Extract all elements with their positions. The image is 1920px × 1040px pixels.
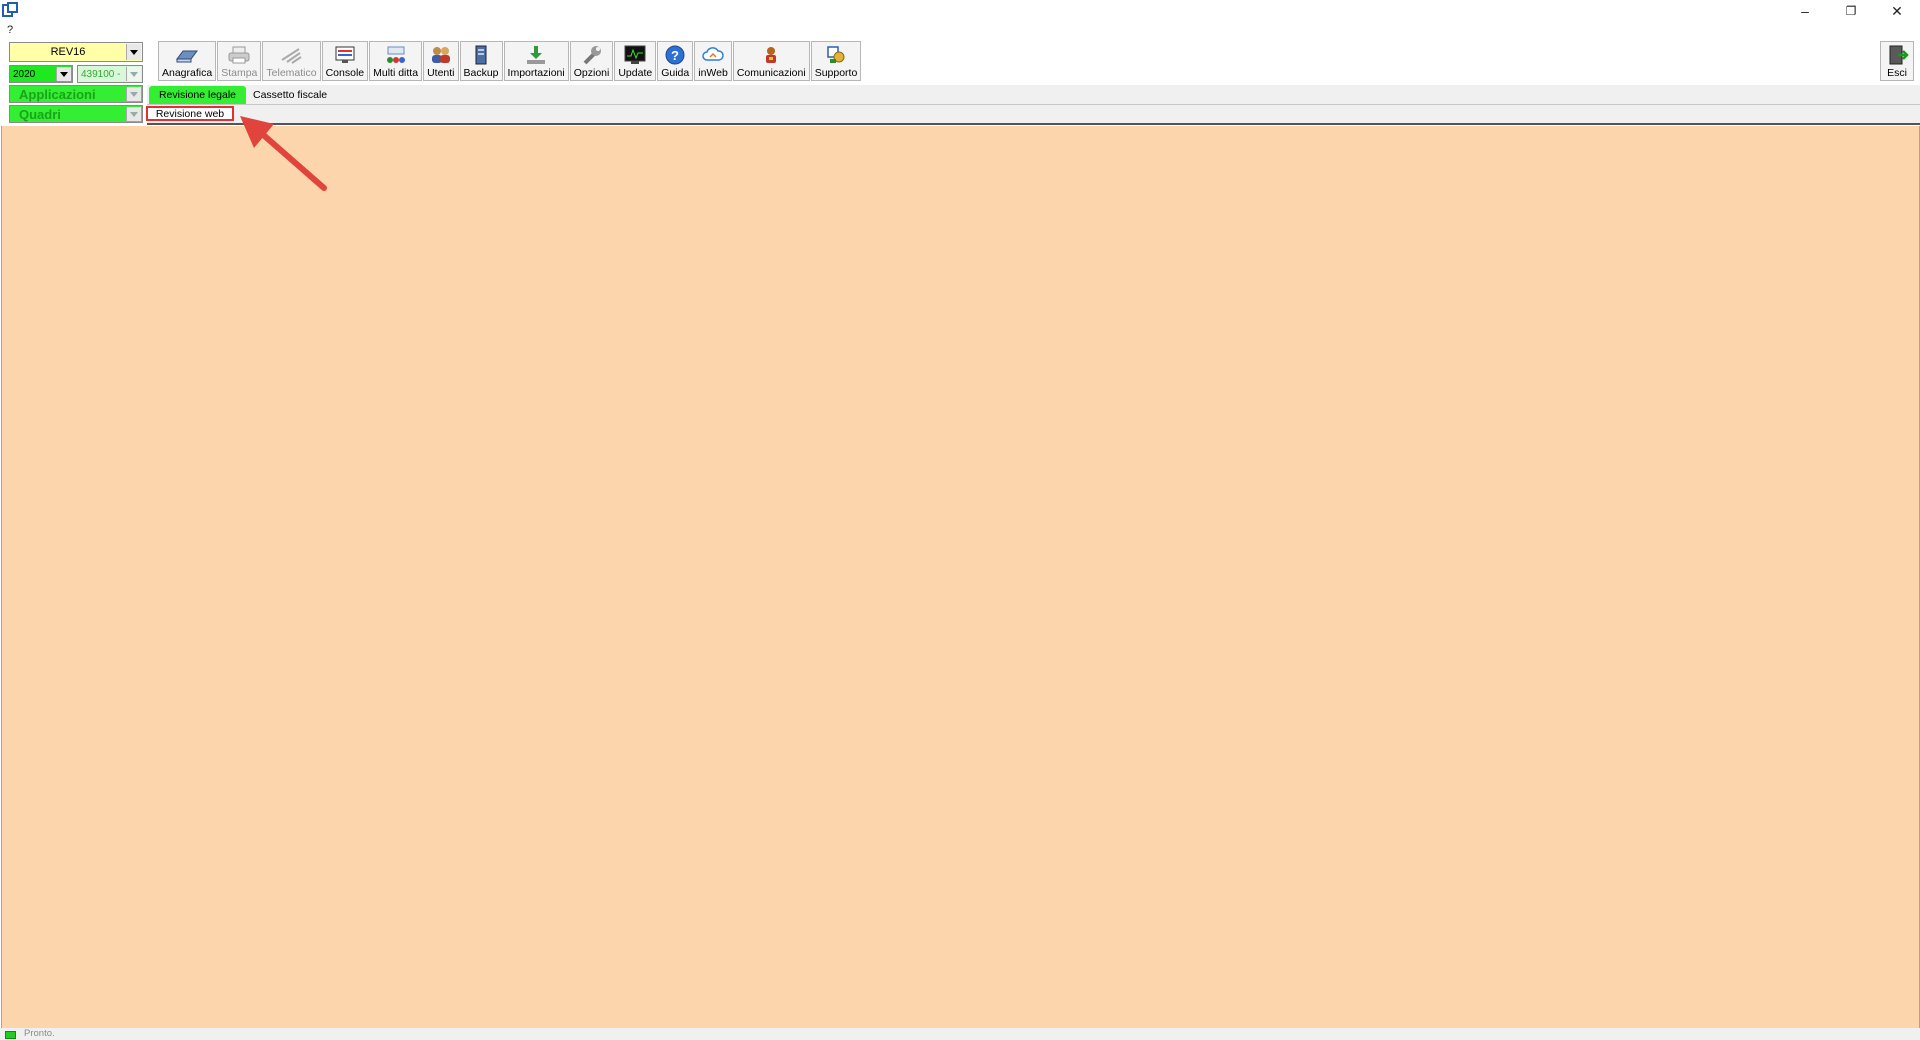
tab-revisione-web[interactable]: Revisione web [146, 106, 234, 121]
applications-select[interactable]: Applicazioni [9, 85, 143, 103]
chevron-down-icon[interactable] [126, 87, 141, 101]
telematico-button[interactable]: Telematico [262, 41, 321, 81]
console-label: Console [325, 67, 365, 79]
backup-label: Backup [463, 67, 499, 79]
ledger-icon [175, 44, 199, 66]
esci-label: Esci [1887, 67, 1907, 79]
opzioni-label: Opzioni [573, 67, 610, 79]
multi-ditta-button[interactable]: Multi ditta [369, 41, 423, 81]
utenti-label: Utenti [427, 67, 455, 79]
comunicazioni-label: Comunicazioni [736, 67, 806, 79]
chevron-down-icon[interactable] [126, 67, 141, 81]
stampa-button[interactable]: Stampa [217, 41, 262, 81]
status-indicator-icon [5, 1031, 16, 1039]
users-icon [429, 44, 453, 66]
quadri-select-value: Quadri [19, 106, 61, 122]
chevron-down-icon[interactable] [126, 107, 141, 121]
inweb-label: inWeb [698, 67, 728, 79]
importazioni-button[interactable]: Importazioni [503, 41, 569, 81]
rev-select[interactable]: REV16 [9, 42, 143, 62]
update-button[interactable]: Update [614, 41, 657, 81]
applications-select-value: Applicazioni [19, 86, 96, 102]
guida-button[interactable]: ? Guida [657, 41, 694, 81]
year-select[interactable]: 2020 [9, 65, 73, 83]
multi-company-icon [384, 44, 408, 66]
year-select-value: 2020 [13, 68, 36, 80]
close-button[interactable]: ✕ [1874, 0, 1920, 22]
guida-label: Guida [661, 67, 690, 79]
tab-strip-quadri [147, 105, 1920, 125]
wrench-icon [580, 44, 604, 66]
tab-cassetto-fiscale[interactable]: Cassetto fiscale [253, 86, 327, 104]
company-code-value: 439100 - [81, 68, 121, 80]
support-icon [824, 44, 848, 66]
telematic-icon [279, 44, 303, 66]
inweb-button[interactable]: inWeb [694, 41, 732, 81]
communications-icon [759, 44, 783, 66]
console-icon [333, 44, 357, 66]
tab-revisione-legale[interactable]: Revisione legale [149, 86, 246, 104]
supporto-button[interactable]: Supporto [810, 41, 862, 81]
backup-icon [469, 44, 493, 66]
rev-select-value: REV16 [50, 46, 86, 58]
workspace-area [1, 126, 1920, 1029]
esci-button[interactable]: Esci [1880, 41, 1914, 81]
quadri-select[interactable]: Quadri [9, 105, 143, 123]
main-toolbar: Anagrafica Stampa Telematico Console Mul… [158, 41, 862, 81]
stampa-label: Stampa [221, 67, 258, 79]
exit-door-icon [1885, 44, 1909, 66]
chevron-down-icon[interactable] [126, 44, 141, 60]
annotation-arrow-icon [240, 116, 327, 191]
utenti-button[interactable]: Utenti [423, 41, 459, 81]
minimize-button[interactable]: – [1782, 0, 1828, 22]
app-logo-icon [2, 2, 18, 17]
title-bar [0, 0, 1920, 24]
anagrafica-button[interactable]: Anagrafica [158, 41, 217, 81]
menu-help[interactable]: ? [7, 24, 13, 36]
printer-icon [227, 44, 251, 66]
status-bar [0, 1028, 1920, 1040]
chevron-down-icon[interactable] [56, 67, 71, 81]
supporto-label: Supporto [814, 67, 858, 79]
monitor-icon [623, 44, 647, 66]
multi-ditta-label: Multi ditta [373, 67, 419, 79]
comunicazioni-button[interactable]: Comunicazioni [732, 41, 810, 81]
opzioni-button[interactable]: Opzioni [569, 41, 614, 81]
console-button[interactable]: Console [321, 41, 369, 81]
status-text: Pronto. [24, 1028, 55, 1039]
cloud-icon [701, 44, 725, 66]
help-icon: ? [663, 44, 687, 66]
update-label: Update [618, 67, 653, 79]
backup-button[interactable]: Backup [459, 41, 503, 81]
tab-strip-applications [147, 85, 1920, 105]
company-code-select[interactable]: 439100 - [77, 65, 143, 83]
importazioni-label: Importazioni [507, 67, 565, 79]
svg-text:?: ? [671, 48, 679, 63]
anagrafica-label: Anagrafica [162, 67, 213, 79]
telematico-label: Telematico [266, 67, 317, 79]
import-icon [524, 44, 548, 66]
restore-button[interactable]: ❐ [1828, 0, 1874, 22]
